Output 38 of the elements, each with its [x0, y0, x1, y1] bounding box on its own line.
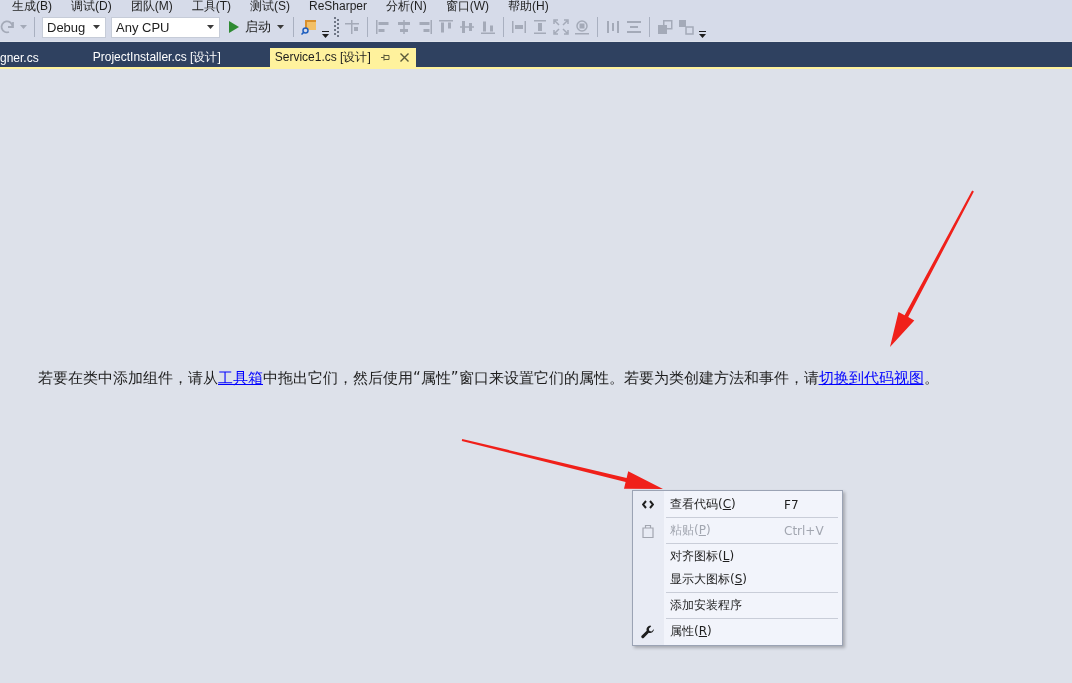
code-icon	[642, 500, 654, 509]
document-tab[interactable]: gner.cs	[0, 48, 46, 67]
menu-title[interactable]: 帮助(H)	[508, 0, 549, 13]
start-button[interactable]: 启动	[225, 16, 286, 38]
configuration-dropdown[interactable]: Debug	[42, 16, 106, 38]
menu-item[interactable]: 显示大图标(S)	[633, 568, 842, 591]
menu-title[interactable]: 调试(D)	[71, 0, 112, 13]
menu-title[interactable]: 工具(T)	[191, 0, 231, 13]
message-link[interactable]: 工具箱	[218, 369, 263, 387]
menu-title[interactable]: 测试(S)	[250, 0, 290, 13]
platform-dropdown[interactable]: Any CPU	[111, 16, 220, 38]
folder-search-icon[interactable]	[301, 19, 317, 35]
menu-title[interactable]: 生成(B)	[12, 0, 52, 13]
designer-message: 若要在类中添加组件，请从工具箱中拖出它们，然后使用“属性”窗口来设置它们的属性。若要为类创建方法和事件，请切换到代码视图。	[38, 369, 940, 387]
menu-title[interactable]: 窗口(W)	[445, 0, 490, 13]
menu-item[interactable]: 对齐图标(L)	[633, 545, 842, 568]
menu-title[interactable]: 分析(N)	[386, 0, 427, 13]
message-link[interactable]: 切换到代码视图	[818, 369, 924, 387]
play-icon	[229, 21, 239, 33]
wrench-icon	[641, 624, 655, 639]
shortcut-label: Ctrl+V	[784, 523, 824, 538]
document-tab[interactable]: ProjectInstaller.cs [设计]	[87, 48, 228, 67]
menu-item[interactable]: 添加安装程序	[633, 594, 842, 617]
clipboard-icon	[642, 523, 654, 538]
caret-icon[interactable]	[277, 25, 284, 29]
menu-title[interactable]: ReSharper	[309, 0, 368, 13]
shortcut-label: F7	[784, 497, 799, 512]
close-icon[interactable]	[399, 53, 409, 62]
caret-icon[interactable]	[207, 25, 214, 29]
caret-icon[interactable]	[93, 25, 100, 29]
menu-item[interactable]: 查看代码(C) F7	[633, 493, 842, 516]
toolbar-grip[interactable]	[334, 17, 339, 37]
pin-icon[interactable]	[380, 53, 390, 62]
overflow-icon[interactable]	[699, 31, 706, 38]
document-tab[interactable]: Service1.cs [设计]	[269, 48, 416, 67]
menu-item[interactable]: 属性(R)	[633, 620, 842, 643]
menu-title[interactable]: 团队(M)	[130, 0, 173, 13]
overflow-icon[interactable]	[322, 31, 329, 38]
